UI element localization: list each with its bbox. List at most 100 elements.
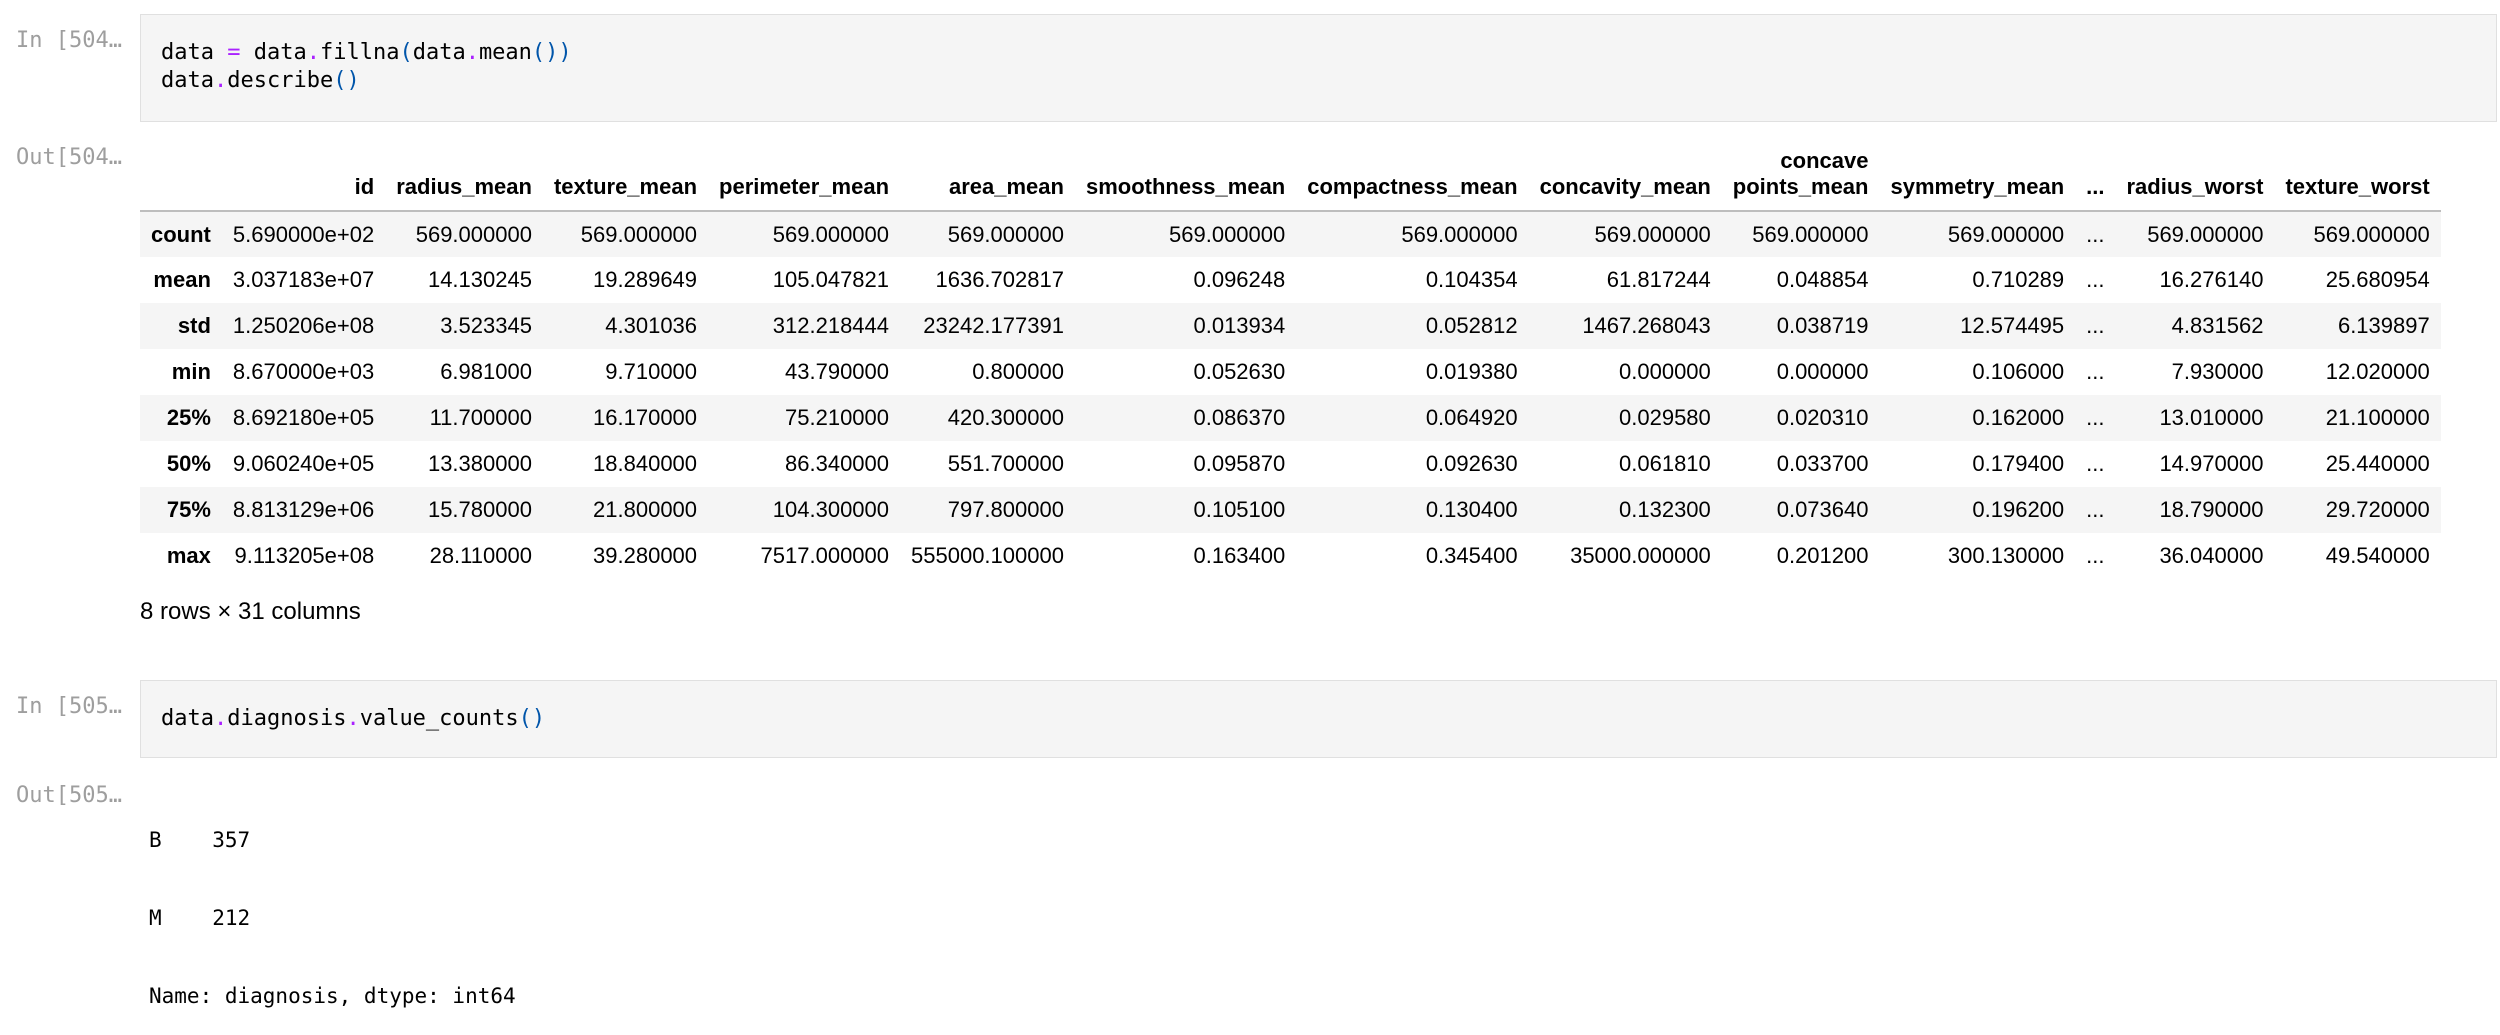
table-cell: ... — [2086, 267, 2105, 292]
table-cell: 569.000000 — [415, 221, 532, 247]
shape-summary: 8 rows × 31 columns — [140, 598, 361, 625]
column-header: area_mean — [900, 130, 1075, 212]
table-cell: 8.692180e+05 — [232, 405, 375, 430]
describe-table: id radius_mean texture_mean perimeter_me… — [140, 130, 2441, 579]
describe-output[interactable]: id radius_mean texture_mean perimeter_me… — [140, 130, 2497, 580]
table-cell: 3.523345 — [440, 313, 532, 338]
table-cell: 35000.000000 — [1570, 543, 1711, 568]
table-cell: 0.105100 — [1193, 497, 1286, 522]
table-cell: 29.720000 — [2325, 497, 2430, 522]
table-row: 50% 9.060240e+05 13.380000 18.840000 86.3400… — [140, 441, 2441, 487]
table-cell: 23242.177391 — [923, 313, 1064, 338]
column-header: concavity_mean — [1528, 130, 1722, 212]
column-header: compactness_mean — [1296, 130, 1529, 212]
row-label: 75% — [166, 497, 211, 522]
table-cell: ... — [2086, 359, 2105, 384]
table-cell: ... — [2086, 451, 2105, 476]
table-cell: 551.700000 — [947, 451, 1064, 476]
table-cell: 8.813129e+06 — [232, 497, 375, 522]
table-cell: 14.970000 — [2159, 451, 2264, 476]
table-cell: 0.163400 — [1193, 543, 1286, 568]
table-cell: 12.574495 — [1960, 313, 2065, 338]
column-header: perimeter_mean — [708, 130, 901, 212]
table-row: count 5.690000e+02 569.000000 569.000000 569… — [140, 211, 2441, 257]
row-label: 25% — [166, 405, 211, 430]
table-cell: 0.038719 — [1776, 313, 1869, 338]
table-cell: 105.047821 — [772, 267, 890, 292]
table-cell: 1636.702817 — [935, 267, 1064, 292]
input-prompt-505: In [505… — [16, 694, 122, 719]
table-cell: 0.092630 — [1425, 451, 1518, 476]
table-cell: 49.540000 — [2325, 543, 2430, 568]
table-cell: 8.670000e+03 — [232, 359, 375, 384]
table-cell: 0.048854 — [1776, 267, 1869, 292]
table-cell: 0.106000 — [1972, 359, 2065, 384]
table-cell: 9.710000 — [605, 359, 698, 384]
code-cell-504[interactable]: data = data.fillna(data.mean()) data.des… — [140, 14, 2497, 122]
output-line: B 357 — [149, 828, 251, 852]
table-cell: 16.276140 — [2159, 267, 2264, 292]
row-label: min — [171, 359, 211, 384]
table-cell: 13.010000 — [2159, 405, 2264, 430]
table-cell: 28.110000 — [429, 543, 532, 568]
output-line: Name: diagnosis, dtype: int64 — [149, 984, 516, 1008]
table-cell: 6.139897 — [2337, 313, 2430, 338]
table-cell: 0.096248 — [1193, 267, 1286, 292]
table-cell: 0.196200 — [1972, 497, 2065, 522]
table-cell: 9.113205e+08 — [234, 543, 375, 568]
table-cell: 420.300000 — [947, 405, 1064, 430]
input-prompt-504: In [504… — [16, 28, 122, 53]
table-cell: 0.020310 — [1776, 405, 1869, 430]
table-cell: 43.790000 — [785, 359, 890, 384]
column-header-index — [140, 130, 222, 212]
code-line-2: data.describe() — [161, 68, 360, 93]
table-cell: 39.280000 — [593, 543, 698, 568]
table-row: 75% 8.813129e+06 15.780000 21.800000 104.300… — [140, 487, 2441, 533]
column-header: texture_mean — [542, 130, 709, 212]
table-cell: 0.000000 — [1619, 359, 1711, 384]
column-header: concave points_mean — [1721, 130, 1880, 212]
table-cell: 0.201200 — [1776, 543, 1869, 568]
table-cell: 569.000000 — [1401, 221, 1518, 247]
table-cell: ... — [2086, 497, 2105, 522]
table-cell: 15.780000 — [427, 497, 532, 522]
table-cell: 0.052812 — [1425, 313, 1518, 338]
table-cell: 0.710289 — [1972, 267, 2065, 292]
table-cell: 19.289649 — [593, 267, 698, 292]
table-cell: 569.000000 — [1594, 221, 1711, 247]
table-row: min 8.670000e+03 6.981000 9.710000 43.790000… — [140, 349, 2441, 395]
row-label: std — [177, 313, 211, 338]
table-row: 25% 8.692180e+05 11.700000 16.170000 75.2100… — [140, 395, 2441, 441]
table-cell: 12.020000 — [2325, 359, 2430, 384]
code-cell-505[interactable]: data.diagnosis.value_counts() — [140, 680, 2497, 758]
table-cell: 569.000000 — [1947, 221, 2065, 247]
row-label: max — [166, 543, 211, 568]
table-cell: 0.029580 — [1619, 405, 1711, 430]
table-row: mean 3.037183e+07 14.130245 19.289649 105.04… — [140, 257, 2441, 303]
code-line-1: data.diagnosis.value_counts() — [161, 706, 546, 731]
table-cell: 7.930000 — [2171, 359, 2264, 384]
table-cell: 4.301036 — [605, 313, 698, 338]
table-cell: 0.033700 — [1776, 451, 1869, 476]
table-cell: 7517.000000 — [760, 543, 890, 568]
column-header: smoothness_mean — [1074, 130, 1297, 212]
table-cell: 0.132300 — [1619, 497, 1711, 522]
table-cell: 0.162000 — [1972, 405, 2065, 430]
table-cell: 569.000000 — [772, 221, 890, 247]
table-cell: ... — [2086, 313, 2105, 338]
table-cell: 5.690000e+02 — [232, 221, 375, 247]
table-cell: 555000.100000 — [911, 543, 1064, 568]
table-cell: 797.800000 — [947, 497, 1064, 522]
output-line: M 212 — [149, 906, 251, 930]
column-header: radius_mean — [385, 130, 543, 212]
table-cell: 4.831562 — [2171, 313, 2264, 338]
table-cell: 312.218444 — [772, 313, 890, 338]
column-header: id — [221, 130, 386, 212]
table-cell: 16.170000 — [593, 405, 698, 430]
table-cell: 36.040000 — [2159, 543, 2264, 568]
table-cell: 18.840000 — [593, 451, 698, 476]
table-cell: 0.019380 — [1425, 359, 1518, 384]
table-cell: 61.817244 — [1606, 267, 1711, 292]
table-cell: 25.440000 — [2325, 451, 2430, 476]
table-cell: 18.790000 — [2159, 497, 2264, 522]
